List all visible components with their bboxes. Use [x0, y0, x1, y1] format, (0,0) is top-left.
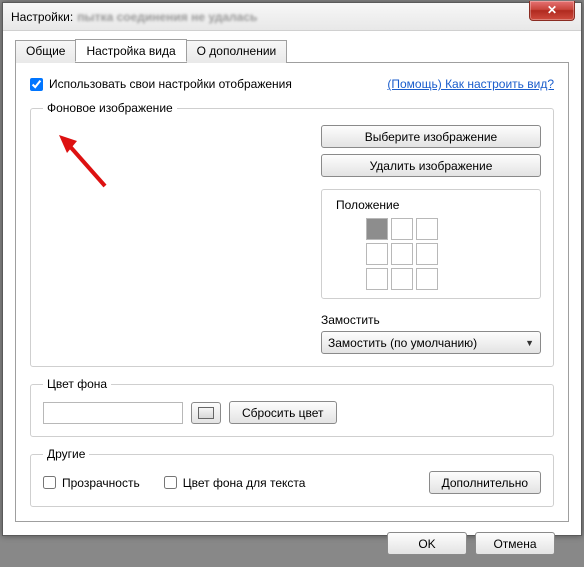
position-mid-right[interactable]: [416, 243, 438, 265]
other-legend: Другие: [43, 447, 89, 461]
tile-label: Замостить: [321, 313, 541, 327]
window-subtitle-blurred: пытка соединения не удалась: [77, 10, 257, 24]
reset-color-button[interactable]: Сбросить цвет: [229, 401, 337, 424]
text-bg-row[interactable]: Цвет фона для текста: [164, 476, 306, 490]
delete-image-button[interactable]: Удалить изображение: [321, 154, 541, 177]
background-image-group: Фоновое изображение Выберите изображение…: [30, 101, 554, 367]
advanced-button[interactable]: Дополнительно: [429, 471, 541, 494]
other-group: Другие Прозрачность Цвет фона для текста…: [30, 447, 554, 507]
text-bg-label: Цвет фона для текста: [183, 476, 306, 490]
text-bg-checkbox[interactable]: [164, 476, 177, 489]
background-color-group: Цвет фона Сбросить цвет: [30, 377, 554, 437]
transparency-row[interactable]: Прозрачность: [43, 476, 140, 490]
transparency-checkbox[interactable]: [43, 476, 56, 489]
position-group: Положение: [321, 189, 541, 299]
position-top-right[interactable]: [416, 218, 438, 240]
position-bot-left[interactable]: [366, 268, 388, 290]
background-color-input[interactable]: [43, 402, 183, 424]
position-grid: [366, 218, 532, 290]
position-top-center[interactable]: [391, 218, 413, 240]
tab-view-settings[interactable]: Настройка вида: [75, 39, 186, 62]
color-picker-button[interactable]: [191, 402, 221, 424]
color-swatch-icon: [198, 407, 214, 419]
dialog-footer: OK Отмена: [15, 522, 569, 555]
position-mid-left[interactable]: [366, 243, 388, 265]
cancel-button[interactable]: Отмена: [475, 532, 555, 555]
tab-general[interactable]: Общие: [15, 40, 76, 63]
titlebar[interactable]: Настройки: пытка соединения не удалась ✕: [3, 3, 581, 31]
background-preview-area: [43, 125, 301, 354]
position-bot-center[interactable]: [391, 268, 413, 290]
use-own-settings-checkbox[interactable]: [30, 78, 43, 91]
choose-image-button[interactable]: Выберите изображение: [321, 125, 541, 148]
use-own-settings-label: Использовать свои настройки отображения: [49, 77, 292, 91]
annotation-arrow-icon: [55, 131, 115, 191]
ok-button[interactable]: OK: [387, 532, 467, 555]
dialog-body: Общие Настройка вида О дополнении Исполь…: [3, 31, 581, 567]
tile-dropdown[interactable]: Замостить (по умолчанию) ▼: [321, 331, 541, 354]
tile-dropdown-value: Замостить (по умолчанию): [328, 336, 477, 350]
transparency-label: Прозрачность: [62, 476, 140, 490]
window-title: Настройки:: [11, 10, 73, 24]
close-icon: ✕: [547, 3, 557, 17]
background-color-legend: Цвет фона: [43, 377, 111, 391]
position-bot-right[interactable]: [416, 268, 438, 290]
chevron-down-icon: ▼: [525, 338, 534, 348]
settings-dialog: Настройки: пытка соединения не удалась ✕…: [2, 2, 582, 536]
position-mid-center[interactable]: [391, 243, 413, 265]
close-button[interactable]: ✕: [529, 1, 575, 21]
tile-section: Замостить Замостить (по умолчанию) ▼: [321, 313, 541, 354]
tab-about[interactable]: О дополнении: [186, 40, 288, 63]
help-link[interactable]: (Помощь) Как настроить вид?: [387, 77, 554, 91]
position-top-left[interactable]: [366, 218, 388, 240]
use-own-settings-row[interactable]: Использовать свои настройки отображения: [30, 77, 292, 91]
background-image-legend: Фоновое изображение: [43, 101, 177, 115]
tab-strip: Общие Настройка вида О дополнении: [15, 39, 569, 62]
tab-panel-view: Использовать свои настройки отображения …: [15, 62, 569, 522]
position-label: Положение: [332, 198, 403, 212]
